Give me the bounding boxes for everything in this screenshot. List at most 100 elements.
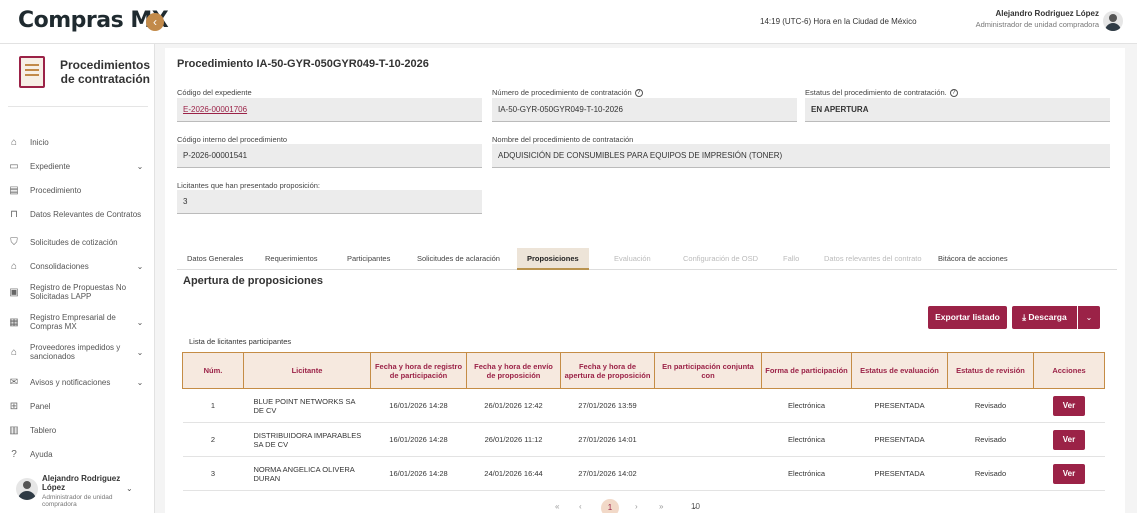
sidebar-item[interactable]: ⌂ Consolidaciones ⌄ xyxy=(0,254,155,278)
user-avatar-icon[interactable] xyxy=(1103,11,1123,31)
sidebar-item[interactable]: ⊞ Panel xyxy=(0,394,155,418)
last-page-button[interactable]: » xyxy=(659,502,663,511)
sidebar-item-label: Registro Empresarial de Compras MX xyxy=(30,313,116,331)
user-info[interactable]: Alejandro Rodriguez López Administrador … xyxy=(976,9,1099,29)
table-cell: Revisado xyxy=(947,422,1034,457)
view-button[interactable]: Ver xyxy=(1053,463,1085,484)
licitantes-field: 3 xyxy=(177,190,482,214)
user-role: Administrador de unidad compradora xyxy=(975,20,1099,29)
table-cell: PRESENTADA xyxy=(851,388,948,423)
codigo-interno-label: Código interno del procedimiento xyxy=(177,135,288,144)
tab[interactable]: Datos Generales xyxy=(177,248,253,270)
chevron-down-icon[interactable]: ⌄ xyxy=(126,484,133,493)
document-icon: ▤ xyxy=(9,184,19,196)
sidebar-item[interactable]: ⛉ Solicitudes de cotización xyxy=(0,230,155,254)
column-header: Núm. xyxy=(182,352,244,389)
cart-icon: ⛉ xyxy=(10,236,18,248)
divider xyxy=(8,106,148,107)
export-list-button[interactable]: Exportar listado xyxy=(928,306,1007,329)
register-icon: ▣ xyxy=(9,286,19,298)
numero-procedimiento-field: IA-50-GYR-050GYR049-T-10-2026 xyxy=(492,98,797,122)
sidebar-item[interactable]: ⌂ Proveedores impedidos y sancionados ⌄ xyxy=(0,340,155,364)
sidebar-item[interactable]: ⊓ Datos Relevantes de Contratos xyxy=(0,202,155,226)
sidebar-item[interactable]: ⌂ Inicio xyxy=(0,130,155,154)
column-header: Licitante xyxy=(243,352,371,389)
table-row: 2 DISTRIBUIDORA IMPARABLES SA DE CV 16/01/… xyxy=(182,422,1105,457)
sidebar-item-label: Expediente xyxy=(30,161,71,171)
table-row: 3 NORMA ANGELICA OLIVERA DURAN 16/01/2026 … xyxy=(182,456,1105,491)
actions-cell: Ver xyxy=(1033,456,1105,491)
table-cell: Electrónica xyxy=(761,422,852,457)
table-cell: Electrónica xyxy=(761,456,852,491)
sidebar-item[interactable]: ▣ Registro de Propuestas No Solicitadas L… xyxy=(0,280,155,304)
table-cell: BLUE POINT NETWORKS SA DE CV xyxy=(243,388,371,423)
next-page-button[interactable]: › xyxy=(635,502,638,511)
prev-page-button[interactable]: ‹ xyxy=(579,502,582,511)
help-icon[interactable]: ? xyxy=(949,89,958,98)
main-content: Procedimiento IA-50-GYR-050GYR049-T-10-2… xyxy=(165,48,1125,513)
column-header: Fecha y hora de envío de proposición xyxy=(466,352,561,389)
tab: Datos relevantes del contrato xyxy=(824,254,922,263)
sidebar-item-label: Consolidaciones xyxy=(30,261,89,271)
download-button[interactable]: ⤓ Descarga xyxy=(1012,306,1077,329)
bidders-table: Núm. Licitante Fecha y hora de registro de… xyxy=(182,352,1105,491)
table-cell: PRESENTADA xyxy=(851,456,948,491)
codigo-expediente-link[interactable]: E-2026-00001706 xyxy=(177,98,482,122)
sidebar-item[interactable]: ✉ Avisos y notificaciones ⌄ xyxy=(0,370,155,394)
table-cell: DISTRIBUIDORA IMPARABLES SA DE CV xyxy=(243,422,371,457)
codigo-interno-field: P-2026-00001541 xyxy=(177,144,482,168)
current-page[interactable]: 1 xyxy=(601,499,619,513)
sidebar-title: Procedimientos de contratación xyxy=(59,58,150,86)
download-label: Descarga xyxy=(1028,312,1067,322)
timezone-label: 14:19 (UTC-6) Hora en la Ciudad de Méxic… xyxy=(760,17,917,26)
grid-icon: ⊞ xyxy=(9,400,19,412)
tab[interactable]: Proposiciones xyxy=(517,248,589,270)
view-button[interactable]: Ver xyxy=(1053,395,1085,416)
tab[interactable]: Requerimientos xyxy=(255,248,328,270)
sidebar-item[interactable]: ▭ Expediente ⌄ xyxy=(0,154,155,178)
building-icon: ⌂ xyxy=(10,260,18,272)
tab[interactable]: Participantes xyxy=(337,248,400,270)
tab[interactable]: Solicitudes de aclaración xyxy=(407,248,510,270)
tab[interactable]: Bitácora de acciones xyxy=(928,248,1018,270)
sidebar-item[interactable]: ▥ Tablero xyxy=(0,418,155,442)
sidebar-item-label: Avisos y notificaciones xyxy=(30,377,111,387)
table-header-row: Núm. Licitante Fecha y hora de registro de… xyxy=(182,352,1105,389)
view-button[interactable]: Ver xyxy=(1053,429,1085,450)
chevron-down-icon[interactable]: ⌄ xyxy=(133,262,147,271)
download-dropdown-button[interactable]: ⌄ xyxy=(1078,306,1100,329)
column-header: Fecha y hora de registro de participació… xyxy=(370,352,467,389)
help-icon[interactable]: ? xyxy=(634,89,643,98)
table-cell: 27/01/2026 13:59 xyxy=(560,388,655,423)
contract-document-icon xyxy=(19,56,45,88)
bank-icon: ⌂ xyxy=(10,346,18,358)
chevron-down-icon[interactable]: ⌄ xyxy=(133,348,147,357)
avatar-icon xyxy=(16,478,38,500)
sidebar-item[interactable]: ▦ Registro Empresarial de Compras MX ⌄ xyxy=(0,310,155,334)
sidebar-item-label: Inicio xyxy=(30,137,49,147)
sidebar-item[interactable]: ? Ayuda xyxy=(0,442,155,466)
table-cell: Revisado xyxy=(947,456,1034,491)
procedure-tabs: Datos Generales Requerimientos Participant… xyxy=(177,248,1117,270)
chevron-down-icon[interactable]: ⌄ xyxy=(133,162,147,171)
sidebar-item-label: Datos Relevantes de Contratos xyxy=(30,209,142,219)
sidebar-item[interactable]: ▤ Procedimiento xyxy=(0,178,155,202)
sidebar-item-label: Procedimiento xyxy=(30,185,82,195)
table-cell: 16/01/2026 14:28 xyxy=(370,456,467,491)
chevron-down-icon[interactable]: ⌄ xyxy=(133,318,147,327)
sidebar-user-footer[interactable]: Alejandro Rodriguez López Administrador … xyxy=(6,470,149,510)
table-cell: 2 xyxy=(182,422,244,457)
section-title: Apertura de proposiciones xyxy=(183,275,323,287)
sidebar-item-label: Tablero xyxy=(30,425,57,435)
table-cell: 3 xyxy=(182,456,244,491)
bar-chart-icon: ▥ xyxy=(9,424,19,436)
mail-icon: ✉ xyxy=(9,376,19,388)
first-page-button[interactable]: « xyxy=(555,502,559,511)
collapse-sidebar-button[interactable]: ‹ xyxy=(146,13,164,31)
column-header: Estatus de revisión xyxy=(947,352,1034,389)
column-header: Estatus de evaluación xyxy=(851,352,948,389)
chevron-down-icon[interactable]: ⌄ xyxy=(133,378,147,387)
bookmark-icon: ⊓ xyxy=(10,208,18,220)
sidebar-item-label: Proveedores impedidos y sancionados xyxy=(30,343,121,361)
table-cell xyxy=(654,456,762,491)
